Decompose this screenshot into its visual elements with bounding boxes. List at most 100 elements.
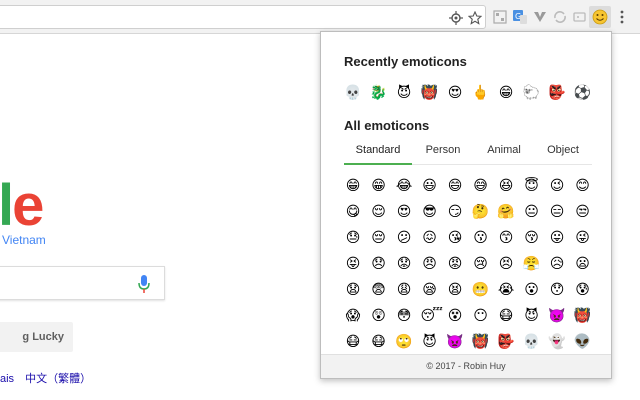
recent-emoticon[interactable]: 👹 (421, 84, 439, 102)
emoticon-cell[interactable]: 😮 (523, 281, 541, 299)
emoticon-cell[interactable]: 👹 (472, 333, 490, 351)
menu-dots-icon[interactable] (618, 9, 626, 25)
tab-object[interactable]: Object (534, 140, 592, 165)
emoticon-cell[interactable]: 😫 (446, 281, 464, 299)
emoticon-cell[interactable]: 😧 (344, 281, 362, 299)
emoticon-cell[interactable]: 🤔 (472, 203, 490, 221)
emoticon-extension-button[interactable] (589, 6, 611, 28)
feeling-lucky-button[interactable]: g Lucky (0, 322, 73, 352)
emoticon-cell[interactable]: 👽 (574, 333, 592, 351)
sync-extension-icon[interactable] (552, 9, 568, 25)
emoticon-cell[interactable]: 💀 (523, 333, 541, 351)
tab-person[interactable]: Person (412, 140, 474, 165)
recent-emoticon[interactable]: 🖕 (472, 84, 490, 102)
emoticon-cell[interactable]: 😲 (370, 307, 388, 325)
emoticon-cell[interactable]: 😖 (421, 229, 439, 247)
language-link[interactable]: ais (0, 373, 14, 385)
emoticon-cell[interactable]: 😷 (344, 333, 362, 351)
emoticon-cell[interactable]: 😜 (574, 229, 592, 247)
emoticon-cell[interactable]: 😝 (344, 255, 362, 273)
emoticon-cell[interactable]: 😐 (523, 203, 541, 221)
emoticon-cell[interactable]: 😁 (370, 177, 388, 195)
recent-emoticon[interactable]: 🐑 (523, 84, 541, 102)
recent-emoticon[interactable]: 👺 (548, 84, 566, 102)
emoticon-cell[interactable]: 😩 (395, 281, 413, 299)
emoticon-cell[interactable]: 👿 (548, 307, 566, 325)
emoticon-cell[interactable]: 😘 (446, 229, 464, 247)
emoticon-cell[interactable]: 😬 (472, 281, 490, 299)
emoticon-cell[interactable]: 😞 (370, 255, 388, 273)
emoticon-cell[interactable]: 😌 (370, 203, 388, 221)
emoticon-cell[interactable]: 😱 (344, 307, 362, 325)
emoticon-cell[interactable]: 😶 (472, 307, 490, 325)
emoticon-cell[interactable]: 😇 (523, 177, 541, 195)
emoticon-cell[interactable]: 😕 (395, 229, 413, 247)
category-tabs: Standard Person Animal Object (344, 140, 592, 165)
translate-extension-icon[interactable]: G (512, 9, 528, 25)
emoticon-cell[interactable]: 😢 (472, 255, 490, 273)
language-link[interactable]: 中文（繁體） (25, 373, 91, 385)
emoticon-cell[interactable]: 😯 (548, 281, 566, 299)
vpn-extension-icon[interactable] (532, 9, 548, 25)
emoticon-cell[interactable]: 😭 (497, 281, 515, 299)
emoticon-cell[interactable]: 😪 (421, 281, 439, 299)
emoticon-cell[interactable]: 😠 (421, 255, 439, 273)
emoticon-cell[interactable]: 😁 (344, 177, 362, 195)
recent-emoticon[interactable]: ⚽ (574, 84, 592, 102)
emoticon-cell[interactable]: 😆 (497, 177, 515, 195)
emoticon-cell[interactable]: 🤗 (497, 203, 515, 221)
emoticon-cell[interactable]: 😓 (344, 229, 362, 247)
location-icon[interactable] (449, 11, 463, 25)
recent-emoticon[interactable]: 🐉 (370, 84, 388, 102)
emoticon-cell[interactable]: 😄 (446, 177, 464, 195)
emoticon-cell[interactable]: 😃 (421, 177, 439, 195)
emoticon-cell[interactable]: 😈 (421, 333, 439, 351)
emoticon-cell[interactable]: 🙄 (395, 333, 413, 351)
emoticon-cell[interactable]: 😴 (421, 307, 443, 325)
emoticon-cell[interactable]: 👺 (497, 333, 515, 351)
emoticon-cell[interactable]: 😟 (395, 255, 413, 273)
emoticon-cell[interactable]: 😤 (523, 255, 541, 273)
microphone-icon[interactable] (137, 274, 151, 294)
emoticon-cell[interactable]: 😊 (574, 177, 592, 195)
bookmark-star-icon[interactable] (468, 11, 482, 25)
emoticon-cell[interactable]: 😑 (548, 203, 566, 221)
emoticon-cell[interactable]: 😗 (472, 229, 490, 247)
tab-animal[interactable]: Animal (474, 140, 534, 165)
emoticon-cell[interactable]: 😛 (548, 229, 566, 247)
address-bar[interactable] (0, 5, 486, 29)
emoticon-cell[interactable]: 😔 (370, 229, 388, 247)
emoticon-cell[interactable]: 👹 (574, 307, 592, 325)
emoticon-cell[interactable]: 😒 (574, 203, 592, 221)
emoticon-cell[interactable]: 👿 (446, 333, 464, 351)
emoticon-cell[interactable]: 😙 (497, 229, 515, 247)
emoticon-cell[interactable]: 😚 (523, 229, 541, 247)
tab-standard[interactable]: Standard (344, 140, 412, 165)
language-links: ais 中文（繁體） (0, 370, 99, 386)
emoticon-cell[interactable]: 😋 (344, 203, 362, 221)
emoticon-cell[interactable]: 👻 (548, 333, 566, 351)
qr-extension-icon[interactable] (492, 9, 508, 25)
emoticon-cell[interactable]: 😎 (421, 203, 439, 221)
emoticon-cell[interactable]: 😉 (548, 177, 566, 195)
emoticon-cell[interactable]: 😏 (446, 203, 464, 221)
emoticon-cell[interactable]: 😨 (370, 281, 388, 299)
emoticon-cell[interactable]: 😈 (523, 307, 541, 325)
cast-extension-icon[interactable] (572, 9, 588, 25)
emoticon-cell[interactable]: 😷 (370, 333, 388, 351)
emoticon-cell[interactable]: 😂 (395, 177, 413, 195)
emoticon-cell[interactable]: 😳 (395, 307, 413, 325)
emoticon-cell[interactable]: 😦 (574, 255, 592, 273)
emoticon-cell[interactable]: 😡 (446, 255, 464, 273)
emoticon-cell[interactable]: 😣 (497, 255, 515, 273)
recent-emoticon[interactable]: 💀 (344, 84, 362, 102)
emoticon-cell[interactable]: 😷 (497, 307, 515, 325)
emoticon-cell[interactable]: 😰 (574, 281, 592, 299)
emoticon-cell[interactable]: 😥 (548, 255, 566, 273)
recent-emoticon[interactable]: 😁 (497, 84, 515, 102)
emoticon-cell[interactable]: 😍 (395, 203, 413, 221)
emoticon-cell[interactable]: 😵 (446, 307, 464, 325)
emoticon-cell[interactable]: 😅 (472, 177, 490, 195)
recent-emoticon[interactable]: 😈 (395, 84, 413, 102)
recent-emoticon[interactable]: 😍 (446, 84, 464, 102)
